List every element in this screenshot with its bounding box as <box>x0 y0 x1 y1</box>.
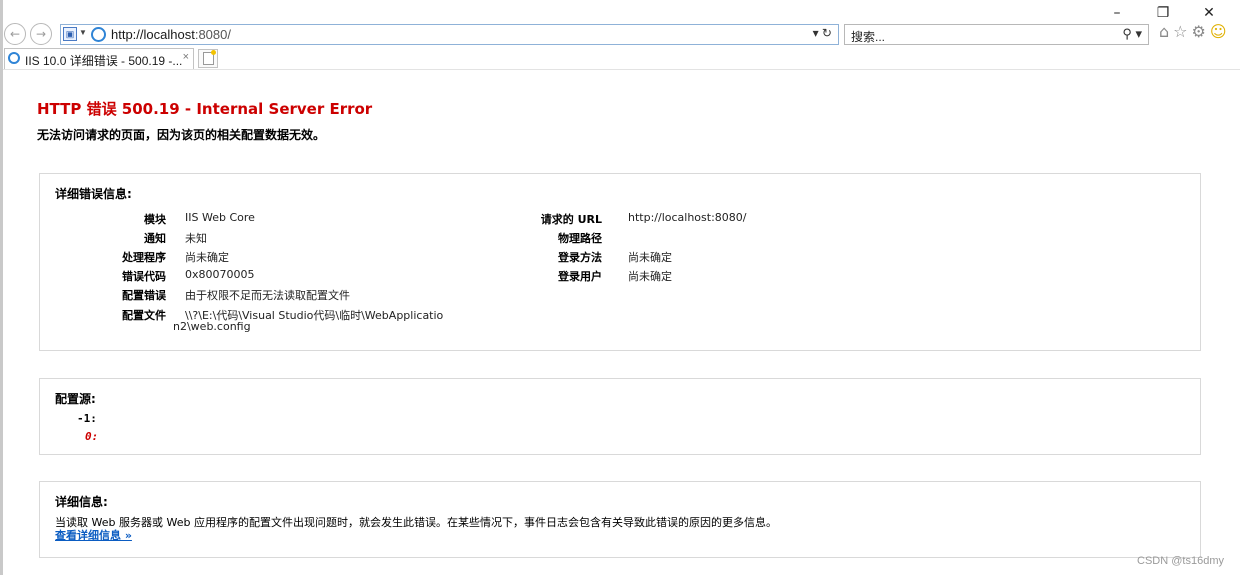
label-config-error: 配置错误 <box>122 289 166 302</box>
address-bar[interactable]: ▣ ▼ http://localhost:8080/ ▾ ↻ <box>60 24 839 45</box>
label-error-code: 错误代码 <box>122 270 166 283</box>
more-info-box: 详细信息: 当读取 Web 服务器或 Web 应用程序的配置文件出现问题时，就会… <box>39 481 1201 558</box>
url-text[interactable]: http://localhost:8080/ <box>111 27 231 42</box>
favorites-star-icon[interactable]: ☆ <box>1173 22 1187 41</box>
error-title: HTTP 错误 500.19 - Internal Server Error <box>37 100 373 118</box>
home-icon[interactable]: ⌂ <box>1159 22 1169 41</box>
value-error-code: 0x80070005 <box>185 268 255 281</box>
ie-logo-icon <box>91 27 106 42</box>
csdn-watermark: CSDN @ts16dmy <box>1137 555 1224 567</box>
config-source-line-0: 0: <box>85 430 99 443</box>
value-logon-user: 尚未确定 <box>628 270 672 283</box>
restore-button[interactable]: ❐ <box>1140 3 1186 23</box>
more-info-text: 当读取 Web 服务器或 Web 应用程序的配置文件出现问题时，就会发生此错误。… <box>55 516 777 529</box>
url-host: http://localhost <box>111 27 195 42</box>
minimize-button[interactable]: – <box>1094 3 1140 23</box>
value-notification: 未知 <box>185 232 207 245</box>
more-info-heading: 详细信息: <box>55 495 108 509</box>
search-icon[interactable]: ⚲ ▾ <box>1122 26 1142 42</box>
url-port: :8080/ <box>194 27 231 42</box>
tab-active[interactable]: IIS 10.0 详细错误 - 500.19 -... × <box>4 48 194 69</box>
label-logon-method: 登录方法 <box>558 251 602 264</box>
error-subtitle: 无法访问请求的页面，因为该页的相关配置数据无效。 <box>37 128 326 142</box>
detailed-error-box: 详细错误信息: 模块 IIS Web Core 通知 未知 处理程序 尚未确定 … <box>39 173 1201 351</box>
search-placeholder: 搜索... <box>851 30 886 44</box>
config-source-box: 配置源: -1: 0: <box>39 378 1201 455</box>
tab-close-icon[interactable]: × <box>183 51 189 63</box>
label-module: 模块 <box>144 213 166 226</box>
back-icon[interactable]: ← <box>4 23 26 45</box>
new-tab-button[interactable] <box>198 49 218 68</box>
label-physical-path: 物理路径 <box>558 232 602 245</box>
chrome-divider <box>3 69 1240 70</box>
chevron-down-icon[interactable]: ▼ <box>79 28 87 37</box>
value-logon-method: 尚未确定 <box>628 251 672 264</box>
refresh-icon[interactable]: ▾ ↻ <box>813 26 832 40</box>
config-source-heading: 配置源: <box>55 392 96 406</box>
value-handler: 尚未确定 <box>185 251 229 264</box>
forward-icon[interactable]: → <box>30 23 52 45</box>
navigation-bar: ← → ▣ ▼ http://localhost:8080/ ▾ ↻ 搜索...… <box>4 22 1240 48</box>
config-source-line-neg1: -1: <box>77 412 97 425</box>
ie-tab-icon <box>8 52 20 64</box>
view-more-info-link[interactable]: 查看详细信息 » <box>55 527 132 543</box>
toolbar-icons: ⌂ ☆ ⚙ ☺ <box>1159 22 1227 41</box>
detailed-error-heading: 详细错误信息: <box>55 187 132 201</box>
label-notification: 通知 <box>144 232 166 245</box>
label-handler: 处理程序 <box>122 251 166 264</box>
close-window-button[interactable]: ✕ <box>1186 3 1232 23</box>
window-controls: – ❐ ✕ <box>1094 3 1232 23</box>
compat-view-icon[interactable]: ▣ <box>63 27 77 41</box>
tab-strip: IIS 10.0 详细错误 - 500.19 -... × <box>4 48 1240 69</box>
new-tab-icon <box>202 50 216 65</box>
search-input[interactable]: 搜索... ⚲ ▾ <box>844 24 1149 45</box>
value-module: IIS Web Core <box>185 211 255 224</box>
value-config-error: 由于权限不足而无法读取配置文件 <box>185 289 350 302</box>
label-logon-user: 登录用户 <box>558 270 602 283</box>
label-config-file: 配置文件 <box>122 309 166 322</box>
label-requested-url: 请求的 URL <box>540 213 602 226</box>
tab-title: IIS 10.0 详细错误 - 500.19 -... <box>25 54 183 68</box>
value-requested-url: http://localhost:8080/ <box>628 211 747 224</box>
feedback-smiley-icon[interactable]: ☺ <box>1210 22 1227 41</box>
value-config-file-line2: n2\web.config <box>173 320 251 333</box>
settings-gear-icon[interactable]: ⚙ <box>1192 22 1206 41</box>
window-left-border <box>0 0 3 575</box>
